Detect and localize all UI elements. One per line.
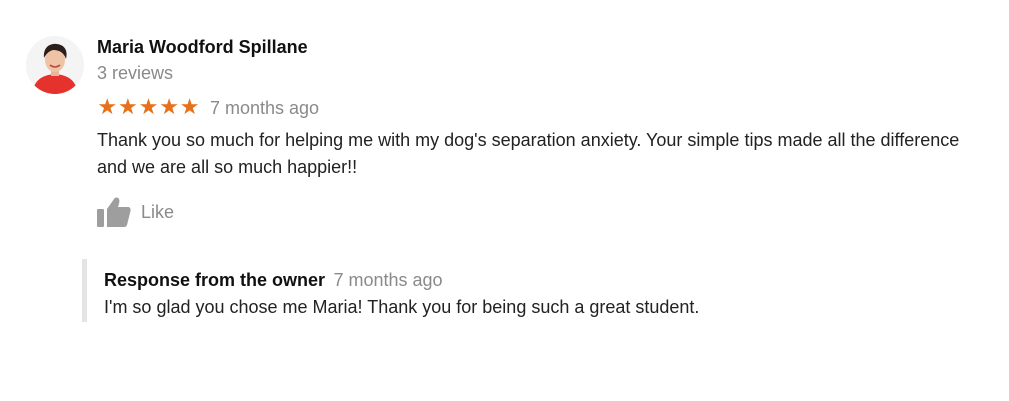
like-button[interactable]: Like xyxy=(97,196,174,228)
reviewer-review-count[interactable]: 3 reviews xyxy=(97,63,173,83)
owner-response-header: Response from the owner 7 months ago xyxy=(104,269,443,293)
thumbs-up-icon xyxy=(97,197,131,227)
star-icon: ★ xyxy=(159,95,179,120)
review-text: Thank you so much for helping me with my… xyxy=(97,130,960,177)
owner-response: Response from the owner 7 months ago I'm… xyxy=(82,259,967,322)
star-icon: ★ xyxy=(138,95,159,120)
star-icon: ★ xyxy=(118,95,138,120)
rating-row: ★ ★ ★ ★ ★ 7 months ago xyxy=(97,97,319,119)
reviewer-name[interactable]: Maria Woodford Spillane xyxy=(97,37,308,57)
like-label: Like xyxy=(141,202,175,222)
owner-response-title: Response from the owner xyxy=(104,270,326,290)
owner-response-timestamp: 7 months ago xyxy=(333,270,443,290)
owner-response-text: I'm so glad you chose me Maria! Thank yo… xyxy=(104,297,700,317)
avatar[interactable] xyxy=(26,36,84,94)
star-rating: ★ ★ ★ ★ ★ xyxy=(97,97,200,119)
review-timestamp: 7 months ago xyxy=(209,98,320,118)
avatar-image xyxy=(26,36,84,94)
star-icon: ★ xyxy=(97,95,118,120)
review-card: Maria Woodford Spillane 3 reviews ★ ★ ★ … xyxy=(0,0,1009,401)
star-icon: ★ xyxy=(179,95,200,120)
